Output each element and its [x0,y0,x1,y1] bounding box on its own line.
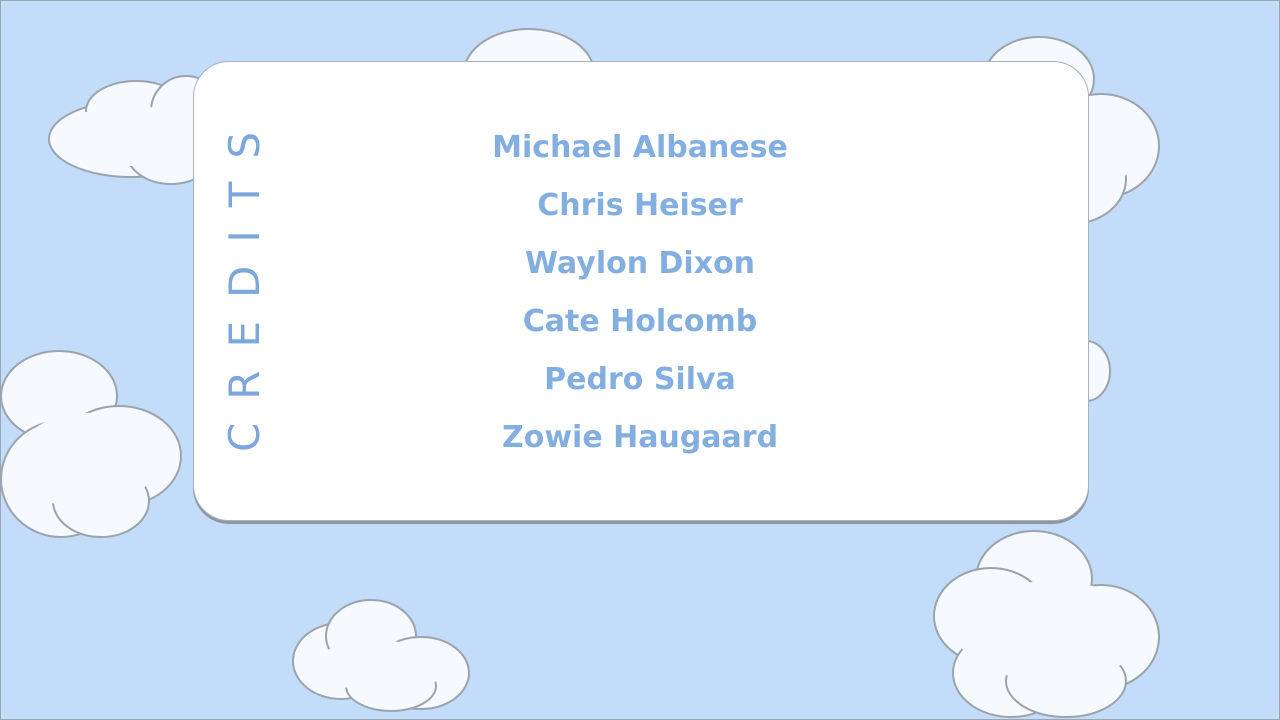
credit-name: Pedro Silva [544,362,736,397]
credit-name: Chris Heiser [537,188,743,223]
credits-heading: CREDITS [220,108,270,452]
credit-name: Cate Holcomb [522,304,758,339]
credits-heading-wrap: CREDITS [220,108,270,452]
credit-name: Waylon Dixon [524,246,756,281]
credits-name-list: Michael Albanese Chris Heiser Waylon Dix… [440,120,840,468]
credit-name: Michael Albanese [492,130,788,165]
credit-name: Zowie Haugaard [501,420,779,455]
